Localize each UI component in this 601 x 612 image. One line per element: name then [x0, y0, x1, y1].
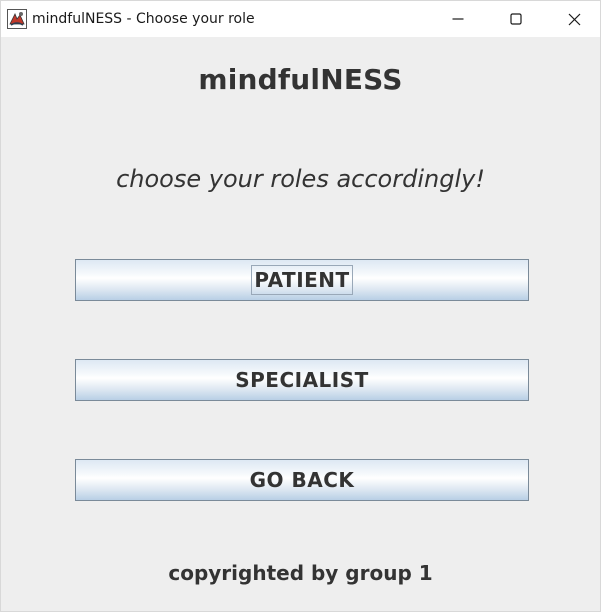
specialist-button[interactable]: SPECIALIST [75, 359, 529, 401]
maximize-button[interactable] [487, 1, 545, 37]
patient-button[interactable]: PATIENT [75, 259, 529, 301]
close-icon [568, 13, 580, 25]
java-app-icon[interactable] [7, 9, 27, 29]
title-bar[interactable]: mindfulNESS - Choose your role [1, 1, 600, 37]
close-button[interactable] [545, 1, 601, 37]
app-heading: mindfulNESS [198, 63, 403, 96]
minimize-icon [452, 18, 464, 20]
minimize-button[interactable] [429, 1, 487, 37]
instruction-text: choose your roles accordingly! [116, 165, 485, 193]
patient-button-label: PATIENT [251, 265, 353, 295]
go-back-button[interactable]: GO BACK [75, 459, 529, 501]
copyright-footer: copyrighted by group 1 [168, 561, 433, 585]
specialist-button-label: SPECIALIST [235, 368, 369, 392]
app-window: mindfulNESS - Choose your role mindfulNE… [0, 0, 601, 612]
go-back-button-label: GO BACK [249, 468, 355, 492]
window-title: mindfulNESS - Choose your role [32, 11, 255, 27]
maximize-icon [510, 13, 522, 25]
